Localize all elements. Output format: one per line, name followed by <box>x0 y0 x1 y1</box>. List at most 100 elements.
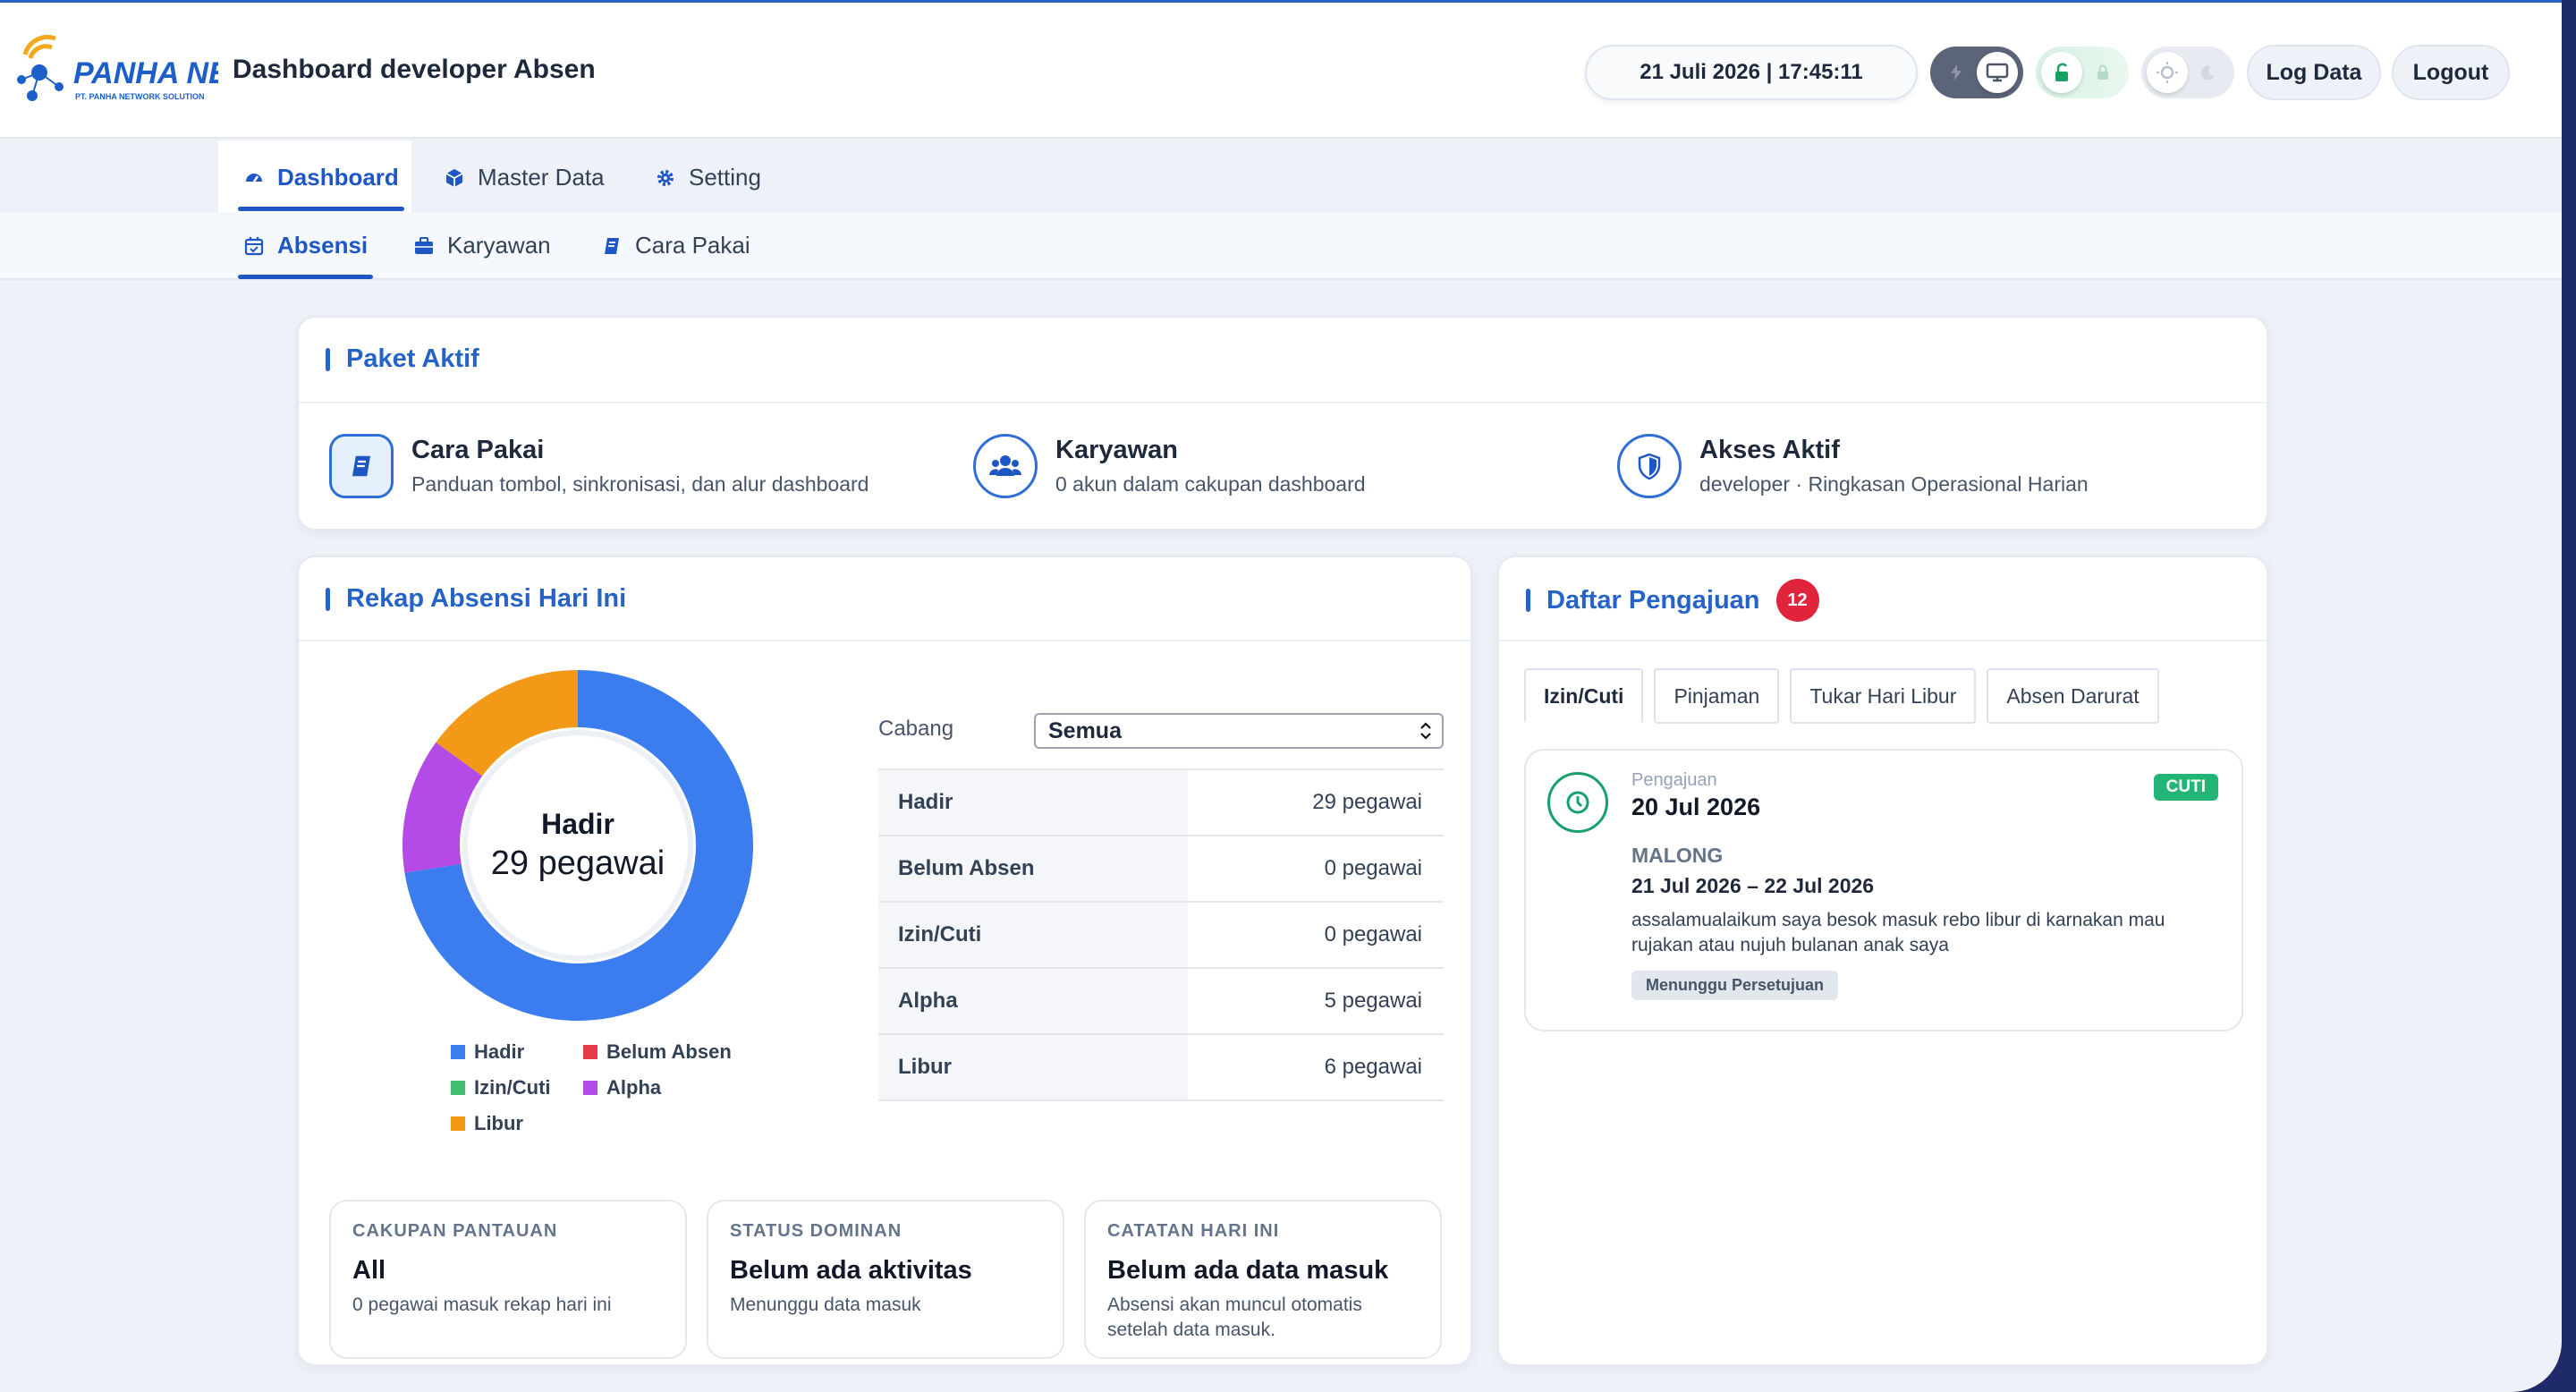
book-icon <box>329 434 394 498</box>
monitor-icon <box>1977 52 2018 93</box>
pengajuan-tabs: Izin/Cuti Pinjaman Tukar Hari Libur Abse… <box>1524 668 2159 724</box>
tab-master-data[interactable]: Master Data <box>444 164 605 191</box>
tab-dashboard-label: Dashboard <box>277 164 399 191</box>
cabang-select[interactable]: Semua <box>1034 713 1444 749</box>
logo-subtext: PT. PANHA NETWORK SOLUTION <box>75 92 205 101</box>
tab-pinjaman[interactable]: Pinjaman <box>1654 668 1780 724</box>
subtab-cara-pakai[interactable]: Cara Pakai <box>601 232 750 259</box>
datetime-display: 21 Juli 2026 | 17:45:11 <box>1585 45 1918 100</box>
tab-master-data-label: Master Data <box>478 164 605 191</box>
company-logo[interactable]: PANHA NET PT. PANHA NETWORK SOLUTION <box>13 28 250 110</box>
tab-setting[interactable]: Setting <box>655 164 761 191</box>
tab-tukar-hari-libur[interactable]: Tukar Hari Libur <box>1790 668 1977 724</box>
pengajuan-title: Daftar Pengajuan 12 <box>1526 579 1819 622</box>
sub-nav: Absensi Karyawan Cara Pakai <box>0 212 2562 280</box>
main-nav: Dashboard Master Data Setting <box>0 140 2562 212</box>
paket-aktif-card: Paket Aktif Cara Pakai Panduan tombol, s… <box>297 316 2268 530</box>
stat-value: 0 pegawai <box>1324 922 1422 946</box>
paket-item-cara-pakai[interactable]: Cara Pakai Panduan tombol, sinkronisasi,… <box>329 434 869 498</box>
tab-absen-darurat[interactable]: Absen Darurat <box>1987 668 2159 724</box>
legend-swatch <box>451 1116 465 1131</box>
legend-item[interactable]: Belum Absen <box>583 1040 732 1064</box>
subtab-absensi-label: Absensi <box>277 232 369 259</box>
tab-dashboard[interactable]: Dashboard <box>238 164 404 211</box>
table-row: Belum Absen 0 pegawai <box>878 836 1444 903</box>
display-mode-toggle[interactable] <box>1930 47 2023 98</box>
leave-date-range: 21 Jul 2026 – 22 Jul 2026 <box>1631 874 1875 897</box>
divider <box>299 402 2267 403</box>
briefcase-icon <box>415 236 433 254</box>
paket-item-title: Cara Pakai <box>411 436 545 464</box>
logout-button[interactable]: Logout <box>2392 45 2510 100</box>
pengajuan-count-badge: 12 <box>1775 579 1819 622</box>
legend-item[interactable]: Hadir <box>451 1040 524 1064</box>
paket-item-title: Akses Aktif <box>1699 436 1840 464</box>
pengajuan-item-card[interactable]: Pengajuan 20 Jul 2026 CUTI MALONG 21 Jul… <box>1524 749 2243 1031</box>
paket-item-subtitle: Panduan tombol, sinkronisasi, dan alur d… <box>411 472 869 496</box>
tab-setting-label: Setting <box>689 164 761 191</box>
attendance-stat-table: Hadir 29 pegawai Belum Absen 0 pegawai I… <box>878 768 1444 1101</box>
subtab-karyawan-label: Karyawan <box>447 232 551 259</box>
title-accent-bar <box>326 347 330 371</box>
lock-icon <box>2082 64 2123 81</box>
summary-text: Absensi akan muncul otomatis setelah dat… <box>1107 1294 1362 1340</box>
legend-swatch <box>583 1045 597 1059</box>
donut-center: Hadir 29 pegawai <box>402 670 753 1021</box>
summary-catatan-card: CATATAN HARI INI Belum ada data masuk Ab… <box>1084 1200 1442 1359</box>
cube-icon <box>445 168 463 187</box>
divider <box>299 640 1470 641</box>
pengajuan-date: 20 Jul 2026 <box>1631 794 1761 820</box>
unlock-icon <box>2041 52 2082 93</box>
gauge-icon <box>246 173 262 182</box>
subtab-karyawan[interactable]: Karyawan <box>413 232 551 259</box>
stat-label: Belum Absen <box>878 836 1188 901</box>
pengajuan-label: Pengajuan <box>1631 770 1717 790</box>
pengajuan-type-badge: CUTI <box>2153 774 2218 801</box>
rekap-absensi-card: Rekap Absensi Hari Ini Hadir 29 pegawai … <box>297 556 1472 1366</box>
cabang-select-value: Semua <box>1048 717 1122 743</box>
legend-item[interactable]: Libur <box>451 1112 523 1135</box>
legend-label: Belum Absen <box>606 1040 732 1063</box>
book-icon <box>605 237 619 254</box>
stat-value: 5 pegawai <box>1324 989 1422 1013</box>
top-bar: PANHA NET PT. PANHA NETWORK SOLUTION Das… <box>0 3 2562 139</box>
stat-value: 6 pegawai <box>1324 1055 1422 1079</box>
legend-label: Alpha <box>606 1076 662 1099</box>
legend-item[interactable]: Alpha <box>583 1076 661 1099</box>
table-row: Hadir 29 pegawai <box>878 770 1444 836</box>
calendar-check-icon <box>244 236 264 255</box>
summary-text: 0 pegawai masuk rekap hari ini <box>352 1294 612 1315</box>
legend-swatch <box>451 1081 465 1095</box>
divider <box>1499 640 2267 641</box>
page-title: Dashboard developer Absen <box>233 55 596 84</box>
log-data-button[interactable]: Log Data <box>2247 45 2381 100</box>
gear-icon <box>657 169 674 186</box>
donut-center-value: 29 pegawai <box>490 845 665 882</box>
summary-text: Menunggu data masuk <box>730 1294 921 1315</box>
summary-title: Belum ada aktivitas <box>730 1256 972 1285</box>
summary-title: All <box>352 1256 386 1285</box>
subtab-absensi[interactable]: Absensi <box>237 232 374 279</box>
status-badge: Menunggu Persetujuan <box>1631 971 1839 1000</box>
paket-aktif-title: Paket Aktif <box>326 344 479 374</box>
summary-caption: CAKUPAN PANTAUAN <box>352 1221 558 1241</box>
lock-toggle[interactable] <box>2036 47 2129 98</box>
legend-item[interactable]: Izin/Cuti <box>451 1076 551 1099</box>
title-accent-bar <box>1526 589 1530 612</box>
sun-icon <box>2147 52 2188 93</box>
stat-value: 29 pegawai <box>1312 790 1422 814</box>
users-icon <box>973 434 1038 498</box>
logo-text: PANHA NET <box>73 56 218 90</box>
theme-toggle[interactable] <box>2141 47 2234 98</box>
paket-item-karyawan[interactable]: Karyawan 0 akun dalam cakupan dashboard <box>973 434 1366 498</box>
daftar-pengajuan-card: Daftar Pengajuan 12 Izin/Cuti Pinjaman T… <box>1497 556 2268 1366</box>
stat-label: Izin/Cuti <box>878 903 1188 967</box>
pengajuan-note: assalamualaikum saya besok masuk rebo li… <box>1631 910 2165 955</box>
moon-icon <box>2188 64 2229 81</box>
tab-izin-cuti[interactable]: Izin/Cuti <box>1524 668 1644 724</box>
paket-item-subtitle: developer · Ringkasan Operasional Harian <box>1699 472 2089 496</box>
legend-label: Libur <box>474 1112 523 1134</box>
paket-item-akses-aktif[interactable]: Akses Aktif developer · Ringkasan Operas… <box>1617 434 2089 498</box>
stat-value: 0 pegawai <box>1324 856 1422 880</box>
bolt-icon <box>1936 64 1977 81</box>
